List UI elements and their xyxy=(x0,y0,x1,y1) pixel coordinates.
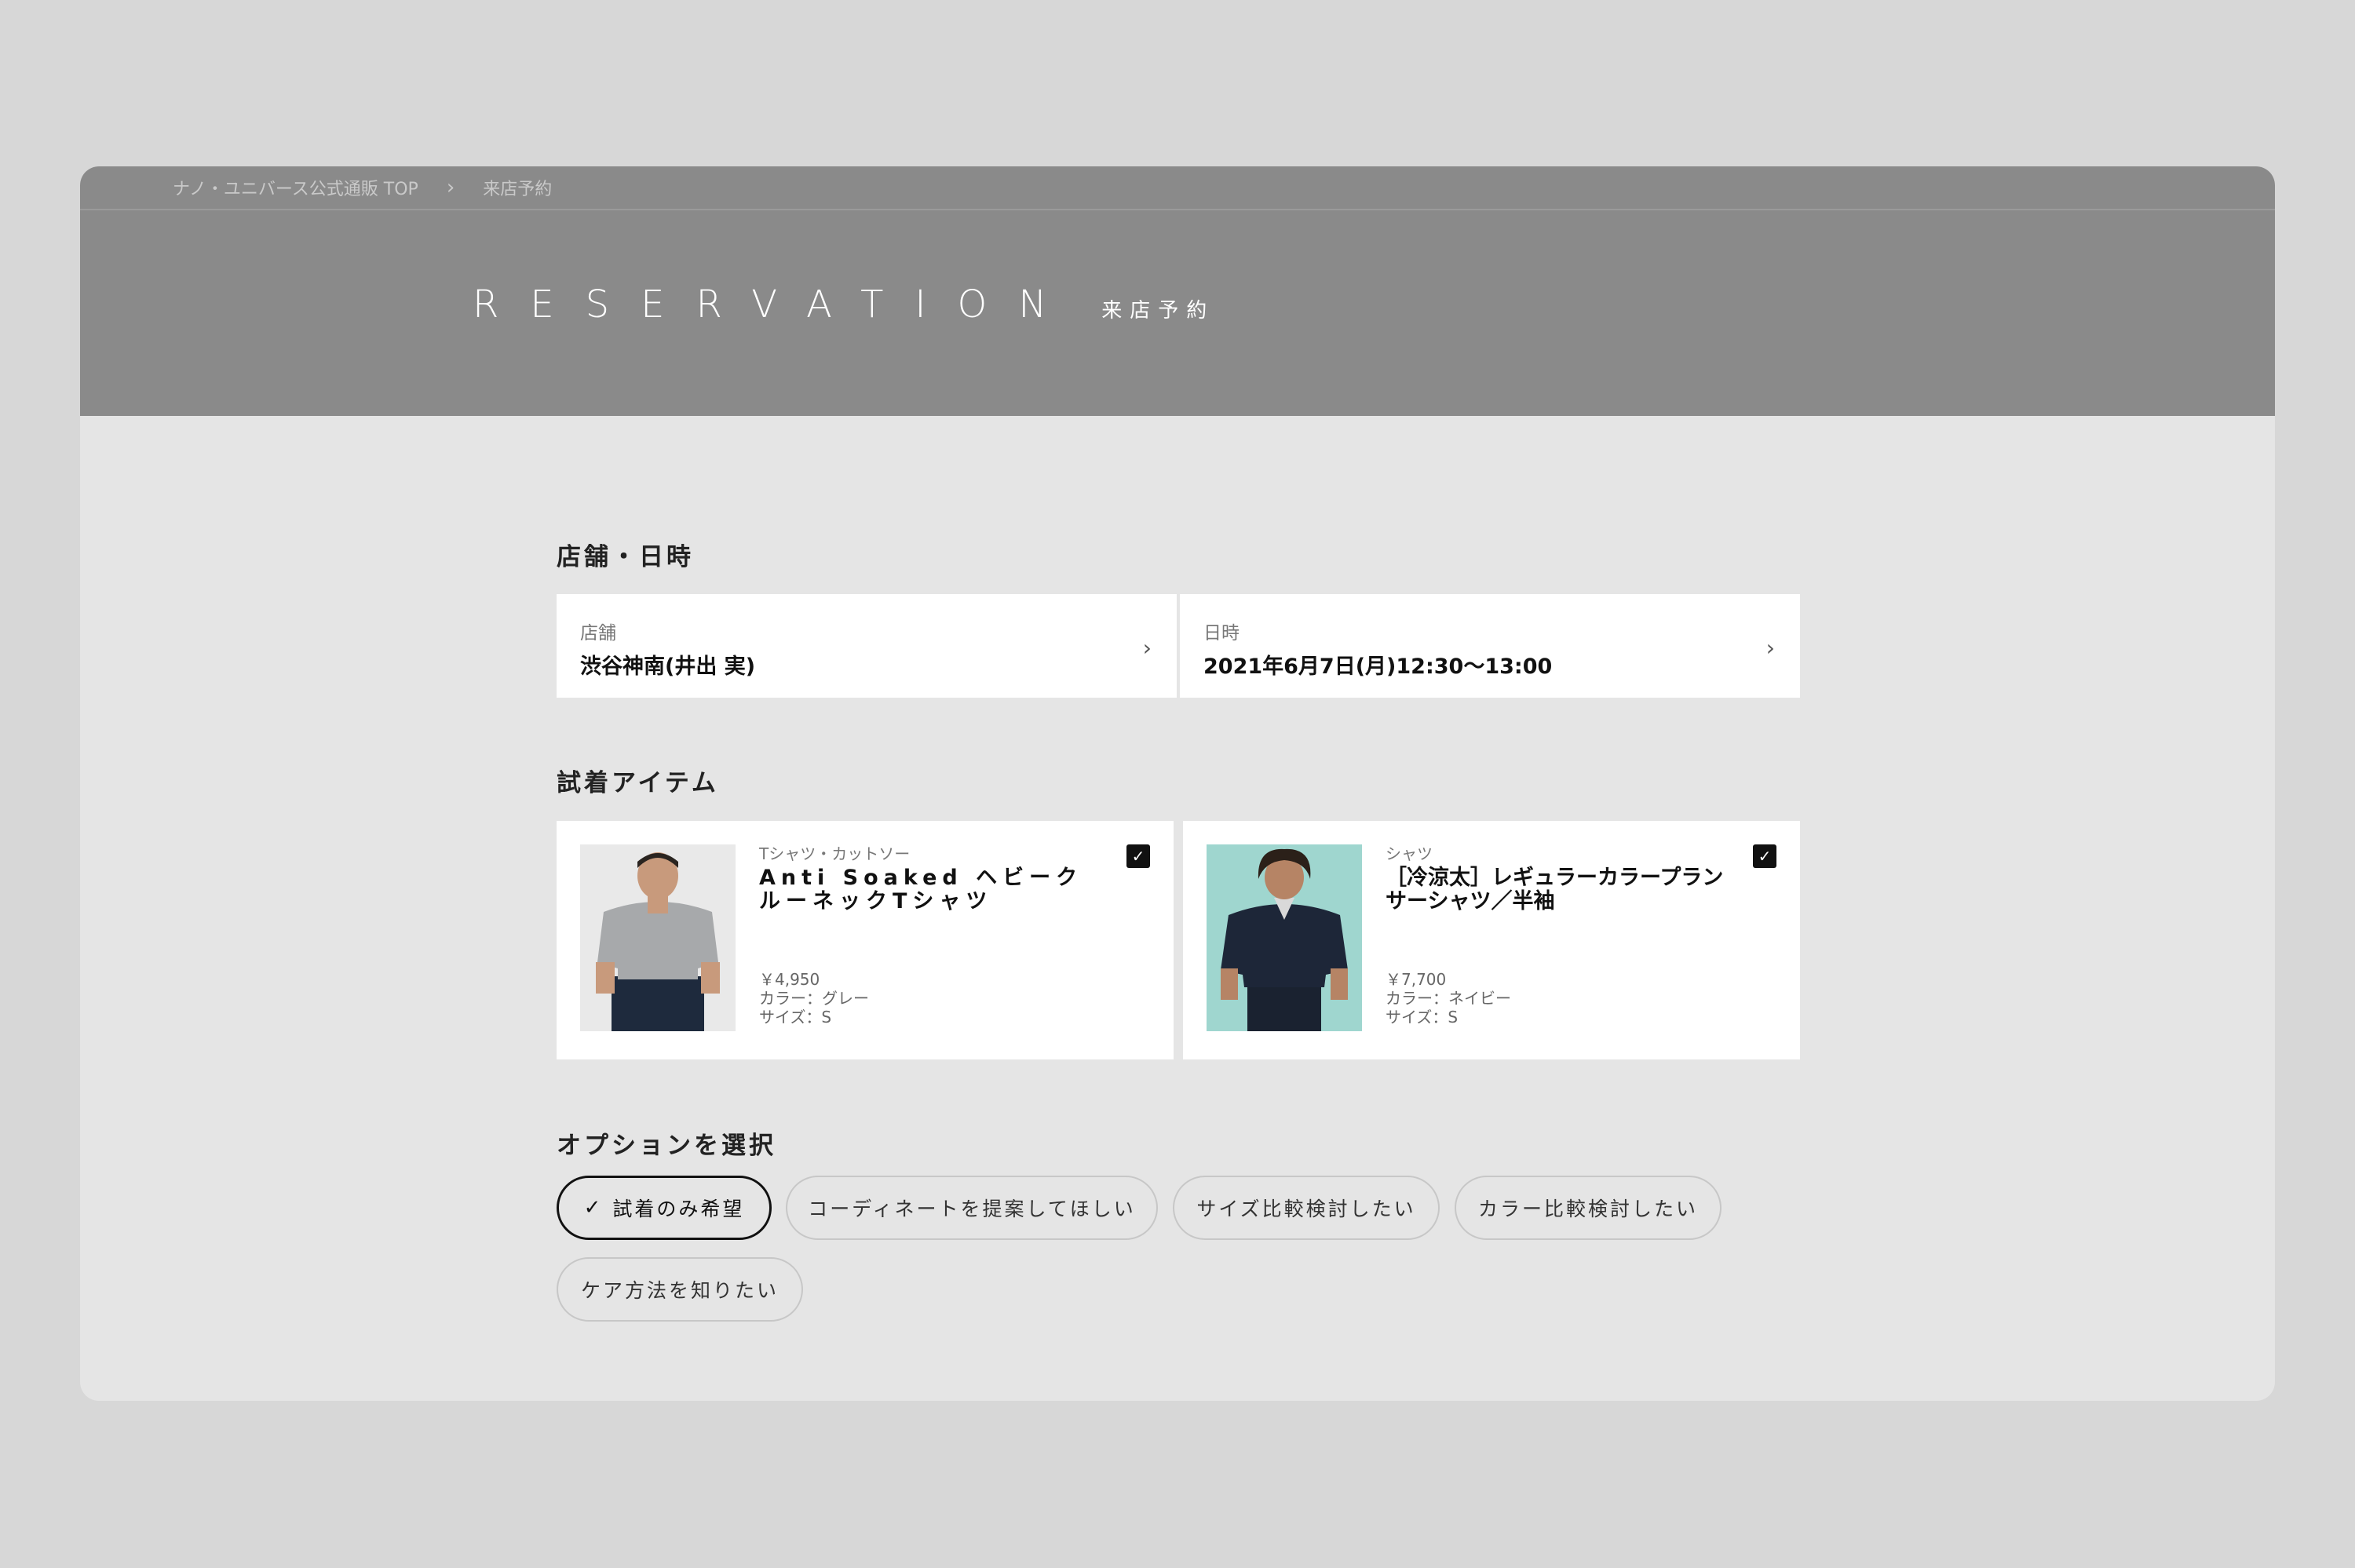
option-size-compare[interactable]: サイズ比較検討したい xyxy=(1173,1176,1440,1240)
store-label: 店舗 xyxy=(580,623,616,644)
item-category: シャツ xyxy=(1386,844,1433,863)
items-section-title: 試着アイテム xyxy=(557,769,719,797)
product-image xyxy=(580,844,736,1031)
app-window: ナノ・ユニバース公式通販 TOP › 来店予約 RESERVATION 来店予約… xyxy=(80,166,2275,1401)
store-value: 渋谷神南(井出 実) xyxy=(580,655,756,679)
check-icon: ✓ xyxy=(1131,847,1145,866)
option-label: 試着のみ希望 xyxy=(612,1198,745,1220)
item-name: Anti Soaked ヘビークルーネックTシャツ xyxy=(759,866,1083,913)
option-try-on-only[interactable]: ✓ 試着のみ希望 xyxy=(557,1176,772,1240)
chevron-right-icon: › xyxy=(1142,635,1152,661)
item-category: Tシャツ・カットソー xyxy=(759,844,911,863)
item-checkbox[interactable]: ✓ xyxy=(1753,844,1776,868)
hero-header: ナノ・ユニバース公式通販 TOP › 来店予約 RESERVATION 来店予約 xyxy=(80,166,2275,416)
breadcrumb-current: 来店予約 xyxy=(483,180,553,199)
option-label: コーディネートを提案してほしい xyxy=(808,1198,1136,1220)
breadcrumb-home-link[interactable]: ナノ・ユニバース公式通販 TOP xyxy=(173,175,418,200)
datetime-value: 2021年6月7日(月)12:30〜13:00 xyxy=(1203,655,1553,679)
item-card: Tシャツ・カットソー Anti Soaked ヘビークルーネックTシャツ ￥4,… xyxy=(557,821,1174,1059)
datetime-label: 日時 xyxy=(1203,623,1240,644)
item-size: サイズ：S xyxy=(1386,1008,1459,1026)
item-price: ￥4,950 xyxy=(759,970,820,989)
option-label: ケア方法を知りたい xyxy=(580,1279,779,1302)
item-color: カラー：ネイビー xyxy=(1386,989,1511,1008)
options-section-title: オプションを選択 xyxy=(557,1132,776,1160)
item-card: シャツ ［冷涼太］レギュラーカラープランサーシャツ／半袖 ￥7,700 カラー：… xyxy=(1183,821,1800,1059)
item-name: ［冷涼太］レギュラーカラープランサーシャツ／半袖 xyxy=(1386,866,1724,913)
option-label: カラー比較検討したい xyxy=(1477,1198,1698,1220)
page-title-ja: 来店予約 xyxy=(1101,299,1215,323)
page-title-en: RESERVATION xyxy=(473,283,1079,326)
option-color-compare[interactable]: カラー比較検討したい xyxy=(1455,1176,1722,1240)
option-care-method[interactable]: ケア方法を知りたい xyxy=(557,1257,803,1322)
store-section-title: 店舗・日時 xyxy=(557,543,694,571)
item-size: サイズ：S xyxy=(759,1008,832,1026)
option-coordinate[interactable]: コーディネートを提案してほしい xyxy=(786,1176,1158,1240)
chevron-right-icon: › xyxy=(446,176,455,199)
store-selector[interactable]: 店舗 渋谷神南(井出 実) › xyxy=(557,594,1177,698)
option-label: サイズ比較検討したい xyxy=(1196,1198,1416,1220)
page-title: RESERVATION 来店予約 xyxy=(473,283,1214,326)
item-color: カラー：グレー xyxy=(759,989,869,1008)
check-icon: ✓ xyxy=(583,1196,604,1220)
item-meta: ￥4,950 カラー：グレー サイズ：S xyxy=(759,970,869,1026)
item-checkbox[interactable]: ✓ xyxy=(1126,844,1150,868)
item-price: ￥7,700 xyxy=(1386,970,1447,989)
datetime-selector[interactable]: 日時 2021年6月7日(月)12:30〜13:00 › xyxy=(1180,594,1800,698)
item-meta: ￥7,700 カラー：ネイビー サイズ：S xyxy=(1386,970,1511,1026)
product-image xyxy=(1207,844,1362,1031)
check-icon: ✓ xyxy=(1758,847,1772,866)
chevron-right-icon: › xyxy=(1765,635,1775,661)
breadcrumb: ナノ・ユニバース公式通販 TOP › 来店予約 xyxy=(80,166,2275,210)
